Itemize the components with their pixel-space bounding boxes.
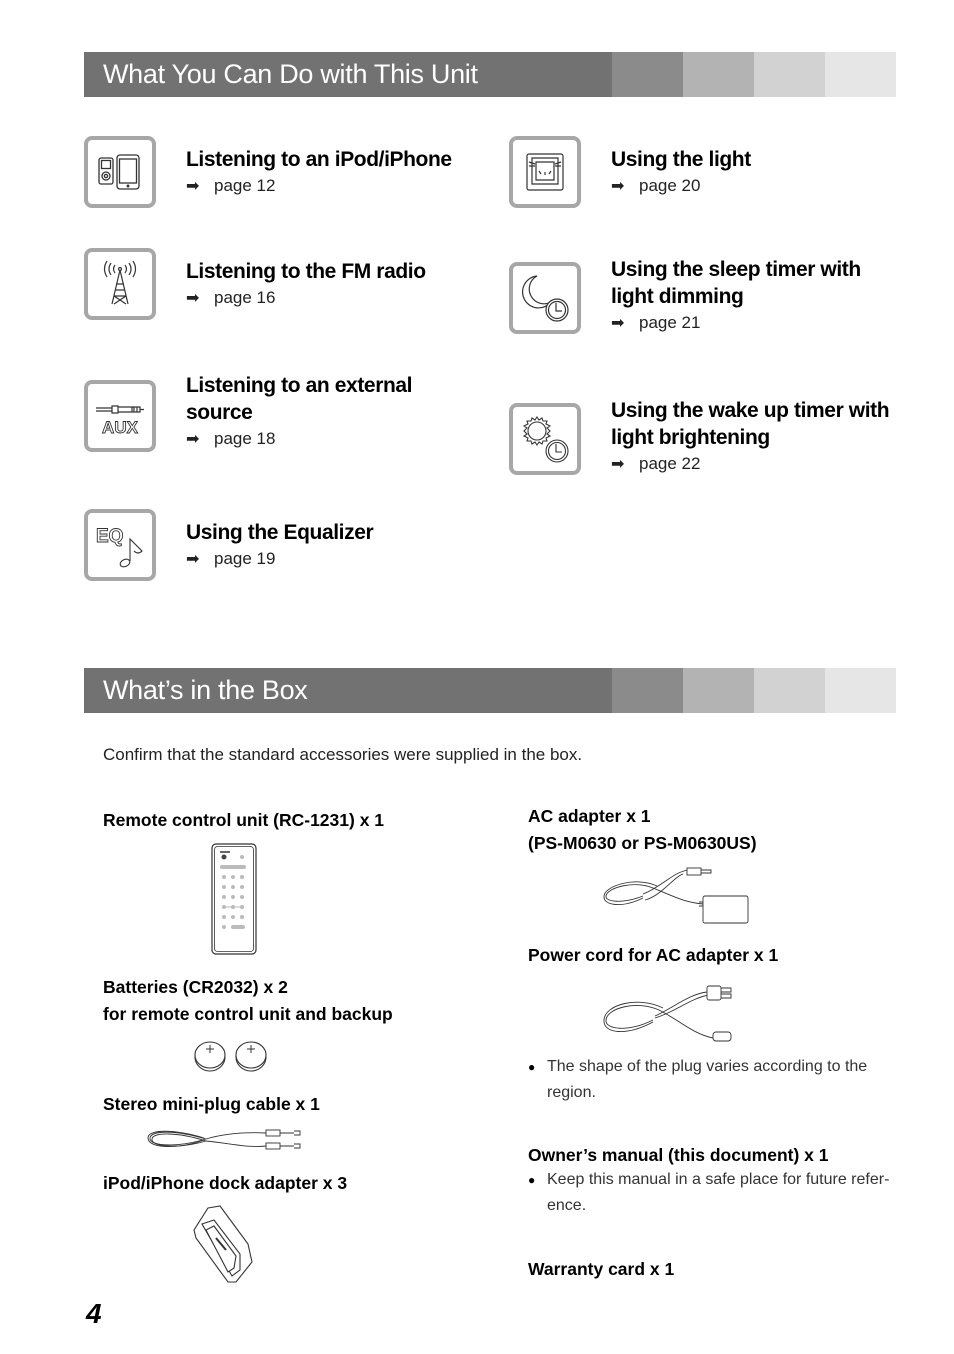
ipod-iphone-icon (84, 136, 156, 208)
wake-timer-icon (509, 403, 581, 475)
item-remote-title: Remote control unit (RC-1231) x 1 (103, 810, 385, 830)
feature-sleep-timer: Using the sleep timer with light dimming… (509, 258, 861, 334)
aux-icon: AUX (84, 380, 156, 452)
feature-external-source: AUX Listening to an external source ➡ pag… (84, 374, 413, 452)
stereo-cable-illustration (147, 1129, 301, 1150)
item-warranty-title: Warranty card x 1 (528, 1259, 675, 1279)
header-swatch (683, 668, 754, 713)
section-header-what-you-can-do: What You Can Do with This Unit (84, 52, 896, 97)
dock-adapter-illustration (193, 1205, 253, 1283)
item-dock-title: iPod/iPhone dock adapter x 3 (103, 1173, 348, 1193)
power-cord-illustration (603, 985, 732, 1042)
item-cable-title: Stereo mini-plug cable x 1 (103, 1094, 320, 1114)
feature-title: Using the sleep timer with light dimming (611, 258, 861, 308)
feature-fm-radio: Listening to the FM radio ➡ page 16 (84, 248, 426, 320)
item-ac-adapter-model: (PS-M0630 or PS-M0630US) (528, 833, 757, 853)
svg-text:AUX: AUX (102, 418, 139, 437)
section-header-whats-in-the-box: What’s in the Box (84, 668, 896, 713)
header-swatch (612, 668, 683, 713)
header-swatch (825, 52, 896, 97)
page-link[interactable]: page 22 (639, 454, 700, 473)
feature-equalizer: EQ Using the Equalizer ➡ page 19 (84, 509, 374, 581)
power-cord-note: The shape of the plug varies according t… (528, 1054, 896, 1106)
arrow-right-icon: ➡ (186, 551, 200, 568)
header-swatch (612, 52, 683, 97)
item-manual-title: Owner’s manual (this document) x 1 (528, 1145, 829, 1165)
feature-title: Listening to the FM radio (186, 260, 426, 283)
feature-title: Listening to an iPod/iPhone (186, 148, 452, 171)
header-swatch (825, 668, 896, 713)
arrow-right-icon: ➡ (611, 178, 625, 195)
page-link[interactable]: page 18 (214, 429, 275, 448)
header-swatch (754, 52, 825, 97)
feature-title: Using the wake up timer with light brigh… (611, 399, 890, 449)
page-link[interactable]: page 19 (214, 549, 275, 568)
page-link[interactable]: page 12 (214, 176, 275, 195)
header-swatch (683, 52, 754, 97)
page-link[interactable]: page 20 (639, 176, 700, 195)
batteries-illustration (194, 1041, 267, 1072)
feature-ipod-iphone: Listening to an iPod/iPhone ➡ page 12 (84, 136, 452, 208)
arrow-right-icon: ➡ (186, 178, 200, 195)
feature-light: Using the light ➡ page 20 (509, 136, 751, 208)
item-batteries-subtitle: for remote control unit and backup (103, 1004, 393, 1024)
arrow-right-icon: ➡ (611, 456, 625, 473)
feature-title: Using the light (611, 148, 751, 171)
item-batteries-title: Batteries (CR2032) x 2 (103, 977, 288, 997)
header-swatch (754, 668, 825, 713)
ac-adapter-illustration (603, 867, 749, 924)
radio-tower-icon (84, 248, 156, 320)
remote-control-illustration (211, 843, 257, 955)
page-number: 4 (86, 1298, 102, 1329)
intro-text: Confirm that the standard accessories we… (103, 745, 583, 764)
equalizer-icon: EQ (84, 509, 156, 581)
item-ac-adapter-title: AC adapter x 1 (528, 806, 651, 826)
item-power-cord-title: Power cord for AC adapter x 1 (528, 945, 779, 965)
page-link[interactable]: page 16 (214, 288, 275, 307)
sleep-timer-icon (509, 262, 581, 334)
section-title: What’s in the Box (84, 668, 612, 713)
arrow-right-icon: ➡ (186, 290, 200, 307)
feature-title: Using the Equalizer (186, 521, 374, 544)
arrow-right-icon: ➡ (186, 431, 200, 448)
page-link[interactable]: page 21 (639, 313, 700, 332)
section-title: What You Can Do with This Unit (84, 52, 612, 97)
svg-text:EQ: EQ (96, 526, 123, 547)
feature-title: Listening to an external source (186, 374, 413, 424)
manual-note: Keep this manual in a safe place for fut… (528, 1167, 900, 1219)
light-icon (509, 136, 581, 208)
arrow-right-icon: ➡ (611, 315, 625, 332)
feature-wake-timer: Using the wake up timer with light brigh… (509, 399, 890, 475)
